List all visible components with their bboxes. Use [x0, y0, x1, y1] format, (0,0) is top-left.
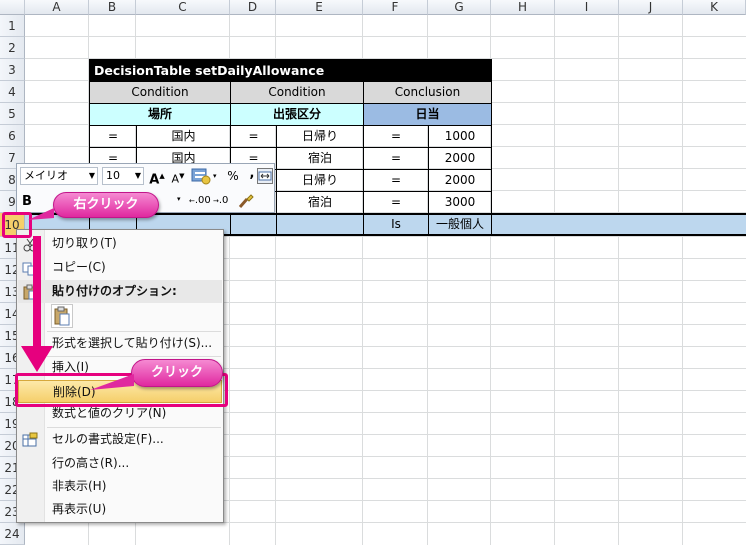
table-title: DecisionTable setDailyAllowance: [89, 59, 492, 82]
table-cell[interactable]: Is: [363, 214, 429, 235]
right-click-callout: 右クリック: [53, 192, 159, 218]
table-cell[interactable]: =: [89, 125, 137, 148]
accounting-icon: [191, 168, 211, 185]
column-header-f[interactable]: F: [363, 0, 428, 15]
callout-pointer-icon: [28, 208, 54, 220]
merge-cells-icon: [258, 171, 272, 181]
table-cell[interactable]: 宿泊: [276, 191, 364, 214]
chevron-down-icon: ▼: [88, 171, 95, 180]
increase-decimal-icon: .00: [194, 195, 211, 206]
chevron-down-icon[interactable]: ▾: [213, 168, 221, 184]
table-cell[interactable]: [276, 214, 364, 235]
font-size-select[interactable]: 10 ▼: [102, 167, 144, 185]
column-header-i[interactable]: I: [555, 0, 619, 15]
column-header-c[interactable]: C: [136, 0, 230, 15]
font-name-select[interactable]: メイリオ ▼: [20, 167, 98, 185]
table-cell[interactable]: 宿泊: [276, 147, 364, 170]
format-cells-icon: [22, 432, 38, 448]
menu-item-label: 非表示(H): [52, 479, 107, 493]
subheader-daily-allowance: 日当: [363, 103, 492, 126]
row-header-1[interactable]: 1: [0, 15, 25, 37]
column-header-b[interactable]: B: [89, 0, 136, 15]
down-arrow-icon: [21, 236, 53, 372]
chevron-down-icon: ▼: [134, 171, 141, 180]
paintbrush-icon: [238, 194, 254, 208]
row-header-2[interactable]: 2: [0, 37, 25, 59]
column-header-a[interactable]: A: [25, 0, 89, 15]
grid-line: [25, 36, 746, 37]
column-header-e[interactable]: E: [276, 0, 363, 15]
subheader-trip-type: 出張区分: [230, 103, 364, 126]
menu-item-label: コピー(C): [52, 260, 106, 274]
menu-item-label: 再表示(U): [52, 502, 107, 516]
menu-item-label: セルの書式設定(F)...: [52, 432, 164, 446]
shrink-font-button[interactable]: A▼: [169, 167, 187, 186]
table-cell[interactable]: 2000: [428, 169, 492, 192]
decrease-decimal-button[interactable]: →.0: [213, 192, 235, 210]
table-cell[interactable]: =: [363, 125, 429, 148]
table-cell[interactable]: =: [363, 191, 429, 214]
menu-item-label: 形式を選択して貼り付け(S)...: [52, 336, 213, 350]
menu-item-label: 貼り付けのオプション:: [52, 284, 177, 298]
decrease-decimal-icon: .0: [218, 195, 229, 206]
accounting-format-button[interactable]: [190, 166, 212, 186]
format-painter-button[interactable]: [237, 192, 255, 210]
click-callout: クリック: [131, 359, 223, 387]
menu-item-unhide[interactable]: 再表示(U): [18, 498, 222, 521]
table-cell[interactable]: 一般個人: [428, 214, 492, 235]
comma-style-button[interactable]: ,: [247, 167, 257, 185]
column-header-j[interactable]: J: [619, 0, 683, 15]
font-size-value: 10: [106, 169, 120, 182]
menu-item-format-cells[interactable]: セルの書式設定(F)...: [18, 428, 222, 451]
chevron-down-icon[interactable]: ▾: [177, 195, 185, 211]
percent-style-button[interactable]: %: [225, 167, 241, 185]
column-header-h[interactable]: H: [491, 0, 555, 15]
table-cell[interactable]: =: [363, 147, 429, 170]
row-header-4[interactable]: 4: [0, 81, 25, 103]
subheader-location: 場所: [89, 103, 231, 126]
column-header-d[interactable]: D: [230, 0, 276, 15]
row-header-24[interactable]: 24: [0, 523, 25, 545]
row-header-6[interactable]: 6: [0, 125, 25, 147]
font-name-value: メイリオ: [24, 169, 68, 182]
menu-item-hide[interactable]: 非表示(H): [18, 475, 222, 498]
column-header-g[interactable]: G: [428, 0, 491, 15]
table-cell[interactable]: 国内: [136, 125, 231, 148]
menu-item-label: 行の高さ(R)...: [52, 456, 130, 470]
header-condition-2: Condition: [230, 81, 364, 104]
grow-font-button[interactable]: A▲: [148, 167, 166, 188]
row-header-5[interactable]: 5: [0, 103, 25, 125]
table-cell[interactable]: 日帰り: [276, 169, 364, 192]
merge-center-button[interactable]: [257, 168, 273, 184]
header-conclusion: Conclusion: [363, 81, 492, 104]
menu-item-label: 切り取り(T): [52, 236, 117, 250]
table-cell[interactable]: [230, 214, 277, 235]
table-cell[interactable]: =: [230, 125, 277, 148]
shrink-font-icon: A: [171, 172, 180, 186]
callout-pointer-icon: [90, 374, 134, 390]
header-condition-1: Condition: [89, 81, 231, 104]
menu-item-row-height[interactable]: 行の高さ(R)...: [18, 452, 222, 475]
increase-decimal-button[interactable]: ←.00: [189, 192, 211, 210]
menu-item-label: 数式と値のクリア(N): [52, 406, 167, 420]
table-cell[interactable]: =: [363, 169, 429, 192]
table-cell[interactable]: 1000: [428, 125, 492, 148]
grow-font-icon: A: [149, 172, 160, 188]
table-cell[interactable]: 3000: [428, 191, 492, 214]
table-cell[interactable]: 2000: [428, 147, 492, 170]
table-cell[interactable]: 日帰り: [276, 125, 364, 148]
row-header-3[interactable]: 3: [0, 59, 25, 81]
select-all-corner[interactable]: [0, 0, 25, 15]
column-header-k[interactable]: K: [683, 0, 746, 15]
